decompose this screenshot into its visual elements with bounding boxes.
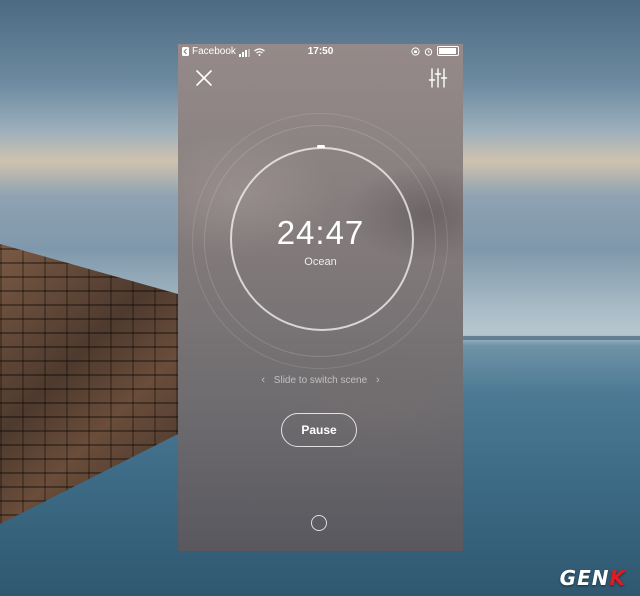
pause-button[interactable]: Pause: [281, 413, 357, 447]
equalizer-icon[interactable]: [427, 66, 449, 90]
watermark-suffix: K: [609, 566, 626, 590]
scene-label: Ocean: [304, 256, 337, 268]
chevron-right-icon[interactable]: ›: [376, 374, 380, 386]
watermark-prefix: GEN: [559, 566, 610, 590]
phone-screen: Facebook 17:50 24:47 Ocean ‹ Slide to sw…: [178, 44, 463, 551]
home-icon[interactable]: [311, 515, 327, 531]
lock-rotation-icon: [411, 46, 420, 56]
timer-display: 24:47: [276, 214, 365, 251]
chevron-left-icon[interactable]: ‹: [261, 374, 265, 386]
progress-indicator: [317, 145, 325, 148]
scene-switcher[interactable]: ‹ Slide to switch scene ›: [178, 374, 463, 386]
switch-hint: Slide to switch scene: [273, 375, 368, 386]
status-right: [411, 46, 459, 56]
alarm-icon: [424, 47, 433, 56]
genk-watermark: GENK: [560, 566, 626, 590]
battery-icon: [437, 46, 459, 56]
status-bar: Facebook 17:50: [178, 44, 463, 60]
close-icon[interactable]: [192, 66, 216, 90]
sea-horizon: [462, 336, 640, 340]
